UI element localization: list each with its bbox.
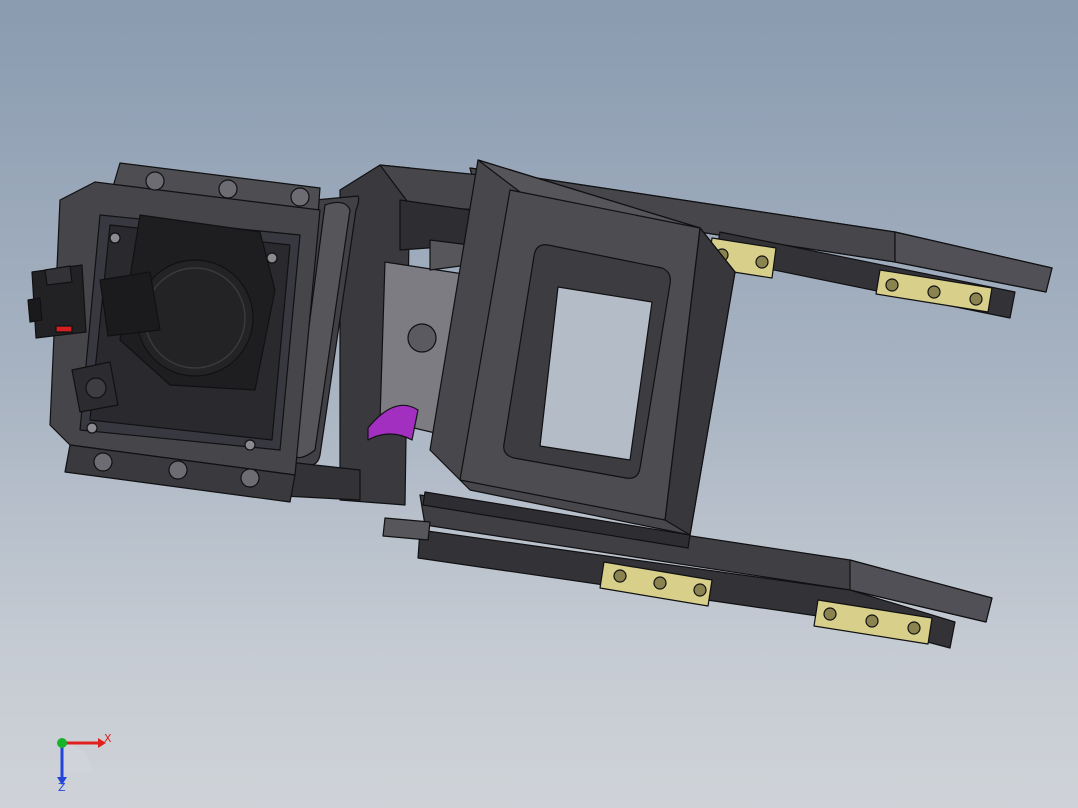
connector-red-mark bbox=[55, 325, 73, 333]
triad-quadrant bbox=[62, 743, 92, 773]
motor-housing[interactable] bbox=[49, 162, 321, 503]
cad-viewport[interactable]: X Z bbox=[0, 0, 1078, 808]
x-axis-label: X bbox=[104, 732, 112, 745]
z-axis-label: Z bbox=[58, 781, 66, 794]
gripper-3d-model[interactable] bbox=[0, 0, 1078, 808]
axis-triad: X Z bbox=[57, 732, 112, 794]
y-axis-dot bbox=[57, 738, 67, 748]
motor-connector[interactable] bbox=[27, 264, 87, 339]
